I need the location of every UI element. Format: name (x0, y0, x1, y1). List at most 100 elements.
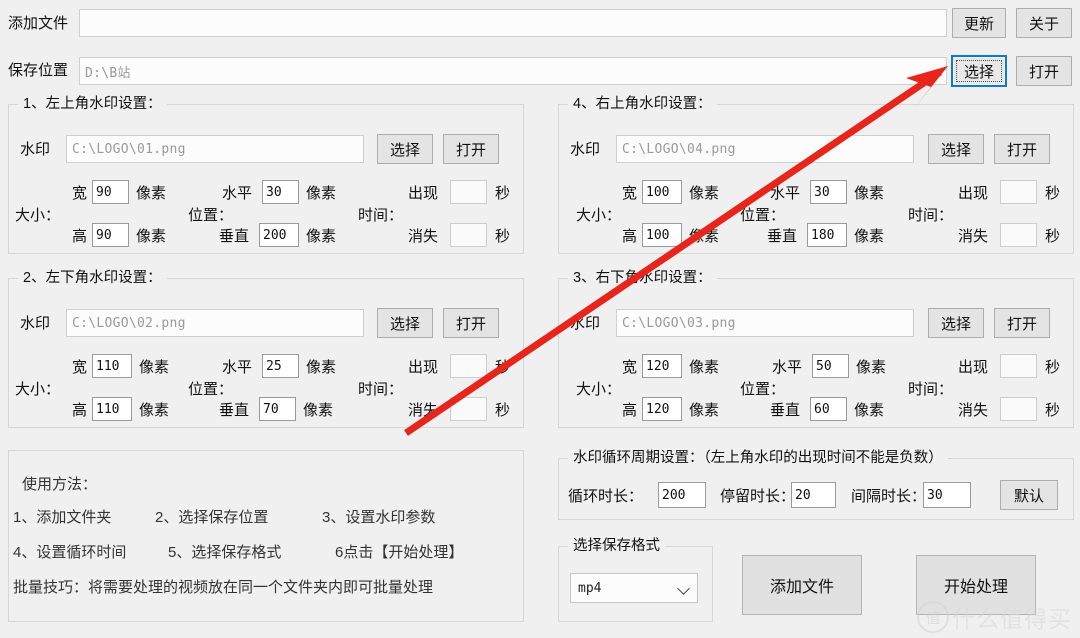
help-batch-tip: 批量技巧：将需要处理的视频放在同一个文件夹内即可批量处理 (13, 579, 434, 596)
panel-3-width-label: 宽 (622, 359, 638, 376)
panel-2-time-label: 时间： (358, 381, 404, 398)
panel-4-horizontal-label: 水平 (770, 185, 801, 202)
panel-3-time-label: 时间： (908, 381, 954, 398)
panel-4-disappear-input[interactable] (1000, 223, 1037, 247)
watermark-panel-3-title: 3、右下角水印设置： (568, 271, 717, 286)
panel-1-height-input[interactable]: 90 (92, 223, 129, 247)
panel-3-watermark-label: 水印 (570, 315, 601, 332)
save-location-choose-button[interactable]: 选择 (951, 55, 1007, 87)
cycle-default-button[interactable]: 默认 (1000, 480, 1058, 510)
cycle-stay-label: 停留时长： (720, 488, 796, 505)
help-title: 使用方法： (22, 476, 98, 493)
panel-1-choose-button[interactable]: 选择 (377, 134, 433, 164)
panel-1-watermark-path-input[interactable]: C:\LOGO\01.png (66, 135, 364, 163)
panel-4-size-label: 大小： (576, 207, 622, 224)
panel-3-choose-button[interactable]: 选择 (928, 308, 984, 338)
format-select[interactable]: mp4 (570, 573, 698, 603)
panel-1-horizontal-input[interactable]: 30 (262, 180, 299, 204)
watermark-panel-4-title: 4、右上角水印设置： (568, 97, 717, 112)
panel-3-vertical-input[interactable]: 60 (810, 397, 847, 421)
panel-2-disappear-label: 消失 (408, 402, 439, 419)
panel-4-width-label: 宽 (622, 185, 638, 202)
help-step-5: 5、选择保存格式 (168, 544, 282, 561)
panel-3-appear-unit: 秒 (1045, 359, 1061, 376)
add-file-input[interactable] (79, 9, 947, 37)
about-button[interactable]: 关于 (1016, 8, 1072, 38)
panel-3-disappear-input[interactable] (1000, 397, 1037, 421)
panel-4-vertical-label: 垂直 (767, 228, 798, 245)
panel-4-width-input[interactable]: 100 (642, 180, 682, 204)
panel-3-open-button[interactable]: 打开 (994, 308, 1050, 338)
panel-4-time-label: 时间： (908, 207, 954, 224)
cycle-stay-input[interactable]: 20 (791, 482, 836, 508)
cycle-interval-input[interactable]: 30 (923, 482, 971, 508)
panel-4-height-input[interactable]: 100 (642, 223, 682, 247)
panel-4-appear-input[interactable] (1000, 180, 1037, 204)
panel-1-horizontal-label: 水平 (222, 185, 253, 202)
panel-2-appear-input[interactable] (450, 354, 487, 378)
panel-2-watermark-path-input[interactable]: C:\LOGO\02.png (66, 309, 364, 337)
panel-1-disappear-input[interactable] (450, 223, 487, 247)
panel-3-horizontal-input[interactable]: 50 (812, 354, 849, 378)
panel-1-disappear-unit: 秒 (495, 228, 511, 245)
panel-4-disappear-unit: 秒 (1045, 228, 1061, 245)
panel-4-choose-button[interactable]: 选择 (928, 134, 984, 164)
panel-3-appear-input[interactable] (1000, 354, 1037, 378)
update-button[interactable]: 更新 (952, 8, 1006, 38)
panel-2-vertical-input[interactable]: 70 (259, 397, 296, 421)
help-step-1: 1、添加文件夹 (13, 509, 112, 526)
panel-1-appear-input[interactable] (450, 180, 487, 204)
cycle-settings-title: 水印循环周期设置：（左上角水印的出现时间不能是负数） (568, 451, 948, 466)
panel-2-height-input[interactable]: 110 (92, 397, 132, 421)
panel-1-vertical-input[interactable]: 200 (259, 223, 299, 247)
panel-1-time-label: 时间： (358, 207, 404, 224)
save-location-open-button[interactable]: 打开 (1016, 56, 1072, 86)
panel-1-width-input[interactable]: 90 (92, 180, 129, 204)
save-location-input[interactable]: D:\B站 (79, 57, 947, 85)
add-file-label: 添加文件 (8, 15, 69, 32)
panel-2-open-button[interactable]: 打开 (443, 308, 499, 338)
cycle-duration-input[interactable]: 200 (658, 482, 706, 508)
panel-3-watermark-path-input[interactable]: C:\LOGO\03.png (616, 309, 914, 337)
panel-1-height-unit: 像素 (136, 228, 167, 245)
panel-3-width-input[interactable]: 120 (642, 354, 682, 378)
panel-4-vertical-input[interactable]: 180 (807, 223, 847, 247)
help-step-2: 2、选择保存位置 (155, 509, 269, 526)
panel-2-vertical-unit: 像素 (303, 402, 334, 419)
panel-4-horizontal-input[interactable]: 30 (810, 180, 847, 204)
site-watermark: 值 什么值得买 (917, 600, 1072, 634)
panel-4-vertical-unit: 像素 (854, 228, 885, 245)
panel-1-appear-label: 出现 (408, 185, 439, 202)
help-step-6: 6点击【开始处理】 (335, 544, 464, 561)
panel-2-appear-label: 出现 (408, 359, 439, 376)
panel-2-vertical-label: 垂直 (219, 402, 250, 419)
panel-2-width-input[interactable]: 110 (92, 354, 132, 378)
save-location-choose-label: 选择 (963, 63, 994, 81)
panel-3-horizontal-label: 水平 (772, 359, 803, 376)
panel-4-disappear-label: 消失 (958, 228, 989, 245)
panel-4-watermark-path-input[interactable]: C:\LOGO\04.png (616, 135, 914, 163)
panel-2-disappear-input[interactable] (450, 397, 487, 421)
panel-3-height-input[interactable]: 120 (642, 397, 682, 421)
panel-4-watermark-label: 水印 (570, 141, 601, 158)
watermark-panel-1-title: 1、左上角水印设置： (18, 97, 167, 112)
cycle-duration-label: 循环时长： (568, 488, 644, 505)
format-panel-title: 选择保存格式 (568, 539, 665, 554)
panel-1-open-button[interactable]: 打开 (443, 134, 499, 164)
panel-3-size-label: 大小： (576, 381, 622, 398)
panel-2-horizontal-input[interactable]: 25 (262, 354, 299, 378)
panel-1-vertical-unit: 像素 (306, 228, 337, 245)
panel-2-width-unit: 像素 (139, 359, 170, 376)
panel-1-vertical-label: 垂直 (219, 228, 250, 245)
panel-4-open-button[interactable]: 打开 (994, 134, 1050, 164)
site-watermark-badge: 值 (917, 601, 949, 633)
panel-4-height-unit: 像素 (689, 228, 720, 245)
add-file-button[interactable]: 添加文件 (742, 555, 862, 615)
panel-4-appear-unit: 秒 (1045, 185, 1061, 202)
panel-1-width-unit: 像素 (136, 185, 167, 202)
panel-1-watermark-label: 水印 (20, 141, 51, 158)
panel-2-choose-button[interactable]: 选择 (377, 308, 433, 338)
panel-1-size-label: 大小： (15, 207, 61, 224)
save-location-label: 保存位置 (8, 62, 69, 79)
panel-3-height-unit: 像素 (689, 402, 720, 419)
